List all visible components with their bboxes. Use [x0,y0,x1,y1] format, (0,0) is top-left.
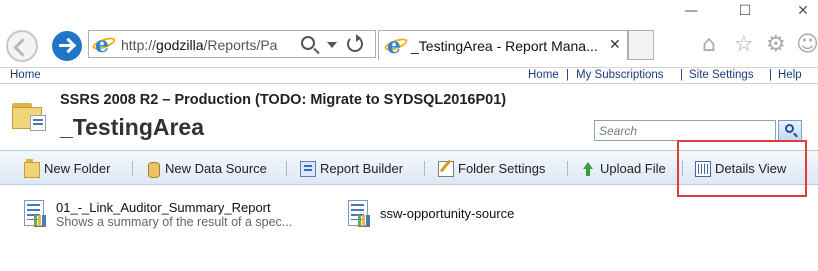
refresh-icon[interactable] [347,34,363,52]
url-prefix: http:// [121,37,157,53]
dropdown-icon[interactable] [327,42,337,48]
url-path: /Reports/Pa [203,37,278,53]
new-folder-button[interactable]: New Folder [24,151,110,186]
report-builder-icon [300,160,316,177]
ie-logo-icon: e [91,32,117,58]
new-folder-icon [24,158,40,178]
favorites-icon[interactable]: ☆ [734,34,754,56]
site-settings-link[interactable]: Site Settings [689,69,754,81]
search-input[interactable]: Search [594,120,776,141]
minimize-button[interactable]: — [684,4,698,18]
upload-icon [580,161,596,177]
ie-tab-icon: e [383,33,409,59]
settings-icon[interactable]: ⚙ [766,34,786,56]
browser-chrome: — ☐ ✕ e http://godzilla/Reports/Pa e _Te… [0,0,818,68]
separator: | [566,69,569,81]
folder-settings-button[interactable]: Folder Settings [438,151,545,186]
toolbar-separator [424,161,425,176]
forward-button[interactable] [52,31,82,61]
home-link-left[interactable]: Home [10,69,41,81]
site-subtitle: SSRS 2008 R2 – Production (TODO: Migrate… [60,92,507,108]
tab-title: _TestingArea - Report Mana... [411,38,598,54]
close-tab-icon[interactable]: ✕ [609,37,621,53]
report-description: Shows a summary of the result of a spec.… [56,215,293,229]
report-builder-label: Report Builder [320,161,404,176]
separator: | [769,69,772,81]
tab-testingarea[interactable]: e _TestingArea - Report Mana... ✕ [378,30,628,60]
search-placeholder: Search [599,124,638,138]
maximize-button[interactable]: ☐ [738,4,752,18]
report-icon [22,200,48,228]
smiley-icon[interactable]: ☺ [796,34,818,56]
data-source-icon [145,161,161,178]
report-item[interactable]: ssw-opportunity-source [346,200,546,234]
separator: | [680,69,683,81]
back-button[interactable] [6,30,38,62]
search-button[interactable] [778,120,802,141]
address-bar[interactable]: e http://godzilla/Reports/Pa [88,30,376,58]
upload-file-button[interactable]: Upload File [580,151,666,186]
page-title: _TestingArea [60,114,205,140]
toolbar-separator [132,161,133,176]
report-item[interactable]: 01_-_Link_Auditor_Summary_Report Shows a… [22,200,322,234]
upload-file-label: Upload File [600,161,666,176]
browser-window: — ☐ ✕ e http://godzilla/Reports/Pa e _Te… [0,0,818,271]
toolbar-separator [567,161,568,176]
search-icon[interactable] [301,36,315,50]
highlight-box [677,140,807,197]
url-host: godzilla [156,37,204,53]
folder-settings-icon [438,160,454,177]
new-tab-button[interactable] [628,30,654,60]
home-icon[interactable]: ⌂ [702,34,716,56]
report-icon [346,200,372,228]
new-data-source-label: New Data Source [165,161,267,176]
close-window-button[interactable]: ✕ [796,4,810,18]
report-name[interactable]: ssw-opportunity-source [380,206,514,221]
help-link[interactable]: Help [778,69,802,81]
new-folder-label: New Folder [44,161,111,176]
toolbar-separator [286,161,287,176]
report-name[interactable]: 01_-_Link_Auditor_Summary_Report [56,200,271,215]
top-navigation: Home Home | My Subscriptions | Site Sett… [0,68,818,84]
home-link[interactable]: Home [528,69,559,81]
folder-report-icon [12,101,46,131]
report-builder-button[interactable]: Report Builder [300,151,403,186]
url-text: http://godzilla/Reports/Pa [121,37,277,53]
my-subscriptions-link[interactable]: My Subscriptions [576,69,664,81]
new-data-source-button[interactable]: New Data Source [145,151,267,186]
folder-settings-label: Folder Settings [458,161,546,176]
magnifier-icon [785,124,794,133]
